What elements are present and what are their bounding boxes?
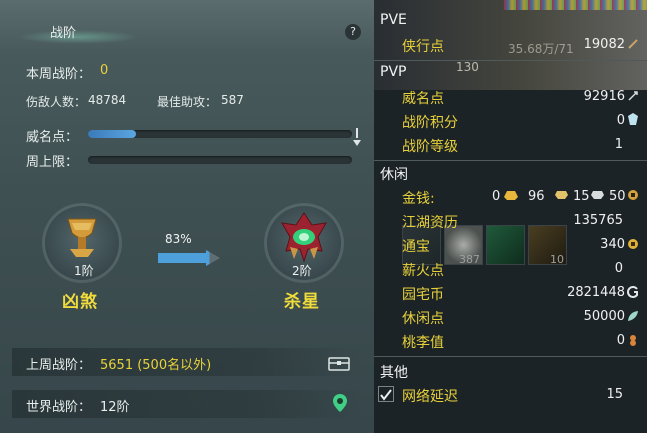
money-copper-b: 50 [609,189,626,204]
tongbao-coin-icon [628,239,638,249]
network-latency-checkbox[interactable] [378,386,394,402]
next-tier-level: 2阶 [292,264,312,278]
leisure-value-4: 50000 [583,309,625,324]
weekly-cap-label: 周上限： [26,155,79,170]
leisure-value-0: 135765 [573,213,623,228]
coin-icon [628,190,638,200]
pvp-value-1: 0 [616,113,625,128]
other-label-0: 网络延迟 [402,389,458,405]
pvp-label-2: 战阶等级 [402,139,458,155]
copper-ingot-icon [591,191,604,199]
best-assist-label: 最佳助攻： [157,95,218,109]
help-icon[interactable]: ? [345,24,361,40]
weekly-rank-label: 本周战阶： [26,67,92,82]
section-pve-title: PVE [380,12,407,28]
rank-panel: 战阶 ? 本周战阶： 0 伤敌人数： 48784 最佳助攻： 587 威名点： … [0,0,374,433]
leisure-value-5: 0 [616,333,625,348]
item-slot[interactable]: 10 [528,225,567,266]
brush-icon [628,39,638,49]
leaf-icon [628,311,638,321]
world-rank-value: 12阶 [100,400,130,415]
currency-panel: 130 35.68万/71 PVE 侠行点 19082 PVP 威名点 9291… [374,0,647,433]
money-copper-a: 15 [573,189,590,204]
section-divider [374,160,647,161]
world-rank-label: 世界战阶： [26,400,92,415]
leisure-label-3: 园宅币 [402,287,444,303]
bg-money-fragment: 35.68万/71 [508,42,574,56]
section-divider [374,356,647,357]
leisure-value-1: 340 [600,237,625,252]
progress-arrow-icon [158,250,220,266]
background-color-strip [504,0,647,10]
money-label: 金钱: [402,191,435,207]
current-tier-name: 凶煞 [62,292,98,312]
item-count: 10 [550,253,564,266]
weekly-rank-value: 0 [100,63,109,78]
chest-icon[interactable] [328,355,350,371]
pvp-label-0: 威名点 [402,91,444,107]
panel-title: 战阶 [50,26,77,41]
leisure-label-2: 薪火点 [402,263,444,279]
pvp-value-2: 1 [614,137,623,152]
last-week-value: 5651 (500名以外) [100,358,212,373]
estate-coin-icon [627,286,638,298]
silver-ingot-icon [555,191,568,199]
header-swirl-decoration [18,30,138,44]
checkmark-icon [380,389,392,401]
leisure-label-1: 通宝 [402,239,430,255]
pvp-value-0: 92916 [583,89,625,104]
money-silver: 96 [528,189,545,204]
current-tier-level: 1阶 [74,264,94,278]
bg-number-fragment: 130 [456,60,479,74]
crest-icon [628,113,638,125]
section-other-title: 其他 [380,365,408,381]
leisure-value-2: 0 [614,261,623,276]
section-leisure-title: 休闲 [380,167,408,183]
fame-progress-bar [88,130,352,138]
best-assist-value: 587 [221,93,244,107]
kills-label: 伤敌人数： [26,95,87,109]
tier-progress-percent: 83% [165,232,192,246]
weekly-cap-progress-bar [88,156,352,164]
item-slot[interactable] [486,225,525,265]
money-gold: 0 [492,189,501,204]
sword-icon [628,91,638,101]
gourd-icon [630,335,636,346]
leisure-label-4: 休闲点 [402,311,444,327]
leisure-label-0: 江湖资历 [402,215,458,231]
pvp-label-1: 战阶积分 [402,115,458,131]
section-pvp-title: PVP [380,64,407,80]
gold-ingot-icon [504,191,518,200]
item-count: 387 [459,253,480,266]
last-week-label: 上周战阶： [26,358,92,373]
other-value-0: 15 [606,387,623,402]
next-tier-name: 杀星 [284,292,320,312]
bar-cap-icon [353,128,361,146]
kills-value: 48784 [88,93,127,107]
section-divider [374,60,647,61]
leisure-value-3: 2821448 [567,285,625,300]
pve-value-0: 19082 [583,37,625,52]
pve-label-0: 侠行点 [402,39,444,55]
leisure-label-5: 桃李值 [402,335,444,351]
fame-label: 威名点： [26,130,79,145]
location-pin-icon[interactable] [333,394,347,412]
fame-progress-fill [88,130,136,138]
